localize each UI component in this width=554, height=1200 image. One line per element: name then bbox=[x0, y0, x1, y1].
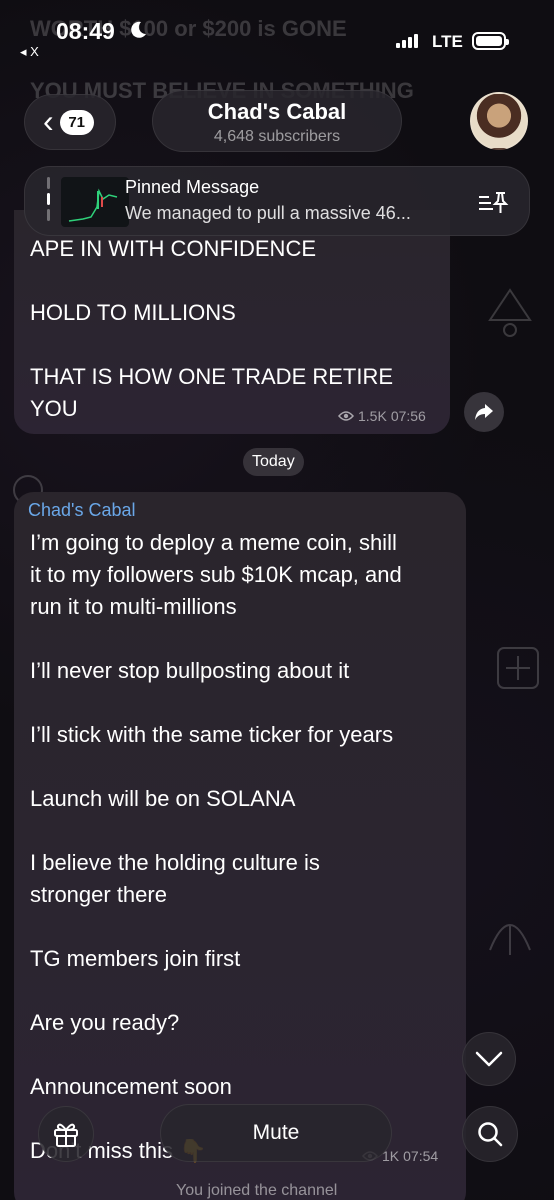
message-line: Are you ready? bbox=[30, 1010, 180, 1035]
chevron-down-icon bbox=[475, 1051, 503, 1067]
date-separator: Today bbox=[243, 448, 304, 476]
wallpaper-doodle-icon bbox=[497, 647, 539, 689]
back-button[interactable]: ‹ 71 bbox=[24, 94, 116, 150]
battery-icon bbox=[472, 32, 509, 50]
eye-icon bbox=[338, 411, 354, 421]
message-line: APE IN WITH CONFIDENCE bbox=[30, 236, 317, 261]
message-line: I’m going to deploy a meme coin, shill bbox=[30, 530, 397, 555]
message-line: Announcement soon bbox=[30, 1074, 232, 1099]
moon-icon bbox=[131, 21, 146, 38]
message-time: 07:54 bbox=[403, 1148, 439, 1164]
back-to-app-link[interactable]: ◂ X bbox=[20, 44, 39, 60]
view-count: 1.5K bbox=[358, 408, 387, 424]
service-message: You joined the channel bbox=[176, 1182, 338, 1199]
message-line: THAT IS HOW ONE TRADE RETIRE bbox=[30, 364, 394, 389]
sender-name[interactable]: Chad's Cabal bbox=[28, 500, 136, 521]
message-time: 07:56 bbox=[390, 408, 426, 424]
subscriber-count: 4,648 subscribers bbox=[213, 128, 341, 145]
search-button[interactable] bbox=[462, 1106, 518, 1162]
scroll-to-bottom-button[interactable] bbox=[462, 1032, 516, 1086]
pin-list-icon[interactable] bbox=[477, 189, 509, 215]
message-line: TG members join first bbox=[30, 946, 241, 971]
message-bubble[interactable]: APE IN WITH CONFIDENCE HOLD TO MILLIONS … bbox=[14, 210, 450, 434]
message-line: I believe the holding culture is bbox=[30, 850, 320, 875]
message-line: stronger there bbox=[30, 882, 167, 907]
status-time: 08:49 bbox=[56, 18, 115, 44]
message-line: I’ll never stop bullposting about it bbox=[30, 658, 350, 683]
gift-button[interactable] bbox=[38, 1106, 94, 1162]
signal-strength-icon bbox=[396, 34, 418, 48]
message-bubble[interactable]: Chad's Cabal I’m going to deploy a meme … bbox=[14, 492, 466, 1200]
unread-count-badge: 71 bbox=[59, 109, 94, 135]
gift-icon bbox=[54, 1123, 78, 1147]
message-line: HOLD TO MILLIONS bbox=[30, 300, 236, 325]
pinned-thumbnail bbox=[61, 177, 129, 227]
channel-header[interactable]: Chad's Cabal 4,648 subscribers bbox=[152, 90, 402, 152]
pinned-message-bar[interactable]: Pinned Message We managed to pull a mass… bbox=[24, 166, 530, 236]
message-line: it to my followers sub $10K mcap, and bbox=[30, 562, 402, 587]
message-meta: 1.5K 07:56 bbox=[338, 408, 426, 424]
search-icon bbox=[478, 1122, 503, 1147]
wallpaper-doodle-icon bbox=[488, 288, 532, 337]
message-line: YOU bbox=[30, 396, 78, 421]
pinned-text: We managed to pull a massive 46... bbox=[125, 203, 411, 223]
forward-button[interactable] bbox=[464, 392, 504, 432]
channel-title: Chad's Cabal bbox=[207, 99, 347, 124]
message-line: Launch will be on SOLANA bbox=[30, 786, 296, 811]
message-line: I’ll stick with the same ticker for year… bbox=[30, 722, 394, 747]
chevron-left-icon: ‹ bbox=[43, 102, 54, 139]
wallpaper-doodle-icon bbox=[489, 924, 531, 955]
pinned-label: Pinned Message bbox=[125, 177, 260, 197]
forward-icon bbox=[475, 404, 493, 420]
message-line: run it to multi-millions bbox=[30, 594, 237, 619]
pinned-indicator bbox=[47, 177, 50, 227]
network-type: LTE bbox=[432, 32, 463, 51]
channel-avatar[interactable] bbox=[470, 92, 528, 150]
mute-button[interactable]: Mute bbox=[160, 1104, 392, 1162]
